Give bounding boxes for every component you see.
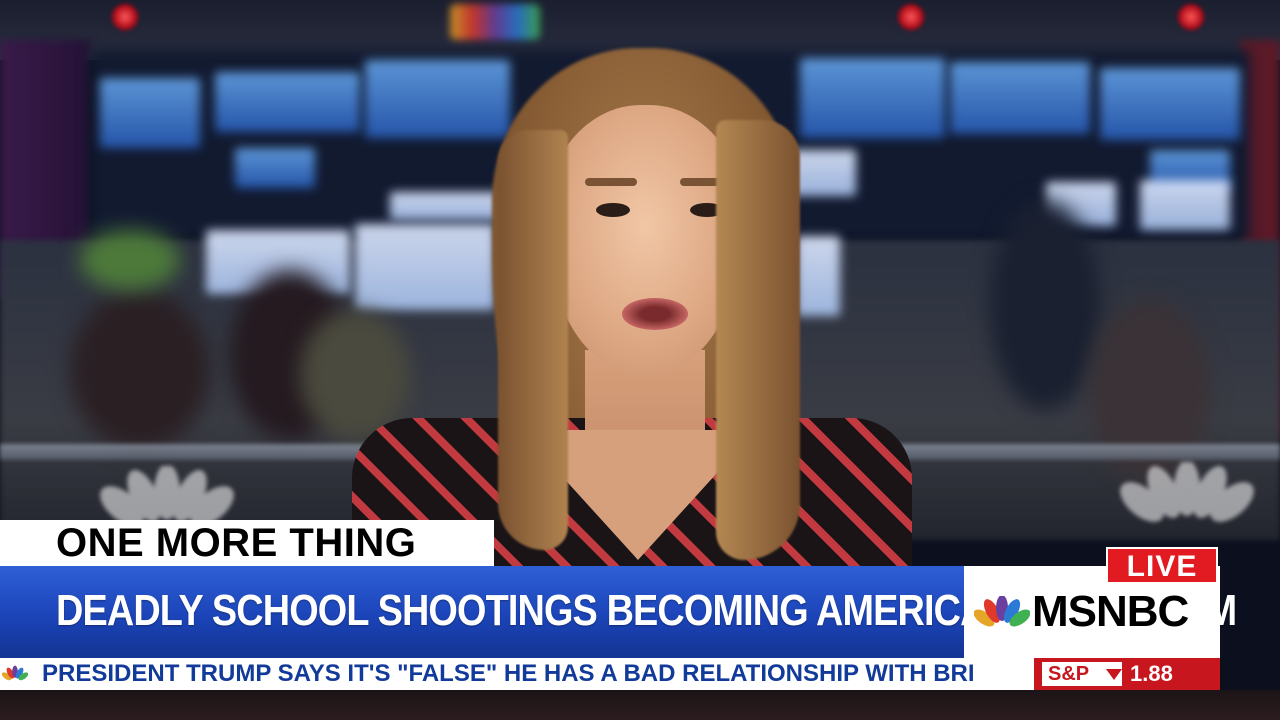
anchor-eye — [596, 203, 630, 217]
market-index-label: S&P — [1042, 662, 1122, 686]
nbc-peacock-icon — [2, 665, 28, 681]
studio-light — [112, 4, 138, 30]
anchor-brow — [585, 178, 637, 186]
anchor-hair — [498, 130, 568, 550]
segment-label-bar: ONE MORE THING — [0, 520, 494, 566]
studio-light — [1178, 4, 1204, 30]
ticker-text: PRESIDENT TRUMP SAYS IT'S "FALSE" HE HAS… — [42, 660, 975, 687]
live-badge-label: LIVE — [1126, 550, 1198, 583]
anchor-hair — [716, 120, 800, 560]
background-object — [80, 230, 180, 290]
wall-monitor — [235, 148, 315, 188]
wall-monitor — [950, 62, 1090, 134]
video-bottom-strip — [0, 690, 1280, 720]
market-ticker: S&P 1.88 — [1034, 658, 1220, 690]
nbc-peacock-icon — [974, 596, 1030, 627]
wall-monitor — [215, 72, 360, 132]
desk-monitor — [1140, 180, 1230, 230]
market-index-name: S&P — [1048, 663, 1090, 685]
network-name: MSNBC — [1032, 587, 1189, 636]
market-value: 1.88 — [1130, 661, 1173, 686]
headline-bar: DEADLY SCHOOL SHOOTINGS BECOMING AMERICA… — [0, 566, 1237, 658]
wall-monitor — [365, 60, 510, 138]
studio-logo-sign — [450, 4, 540, 40]
news-ticker: PRESIDENT TRUMP SAYS IT'S "FALSE" HE HAS… — [0, 658, 1034, 690]
background-person — [70, 290, 210, 450]
down-triangle-icon — [1106, 669, 1122, 680]
studio-light — [898, 4, 924, 30]
live-badge: LIVE — [1106, 547, 1218, 584]
background-person — [990, 200, 1100, 410]
desk-monitor — [390, 192, 500, 220]
wall-monitor — [1100, 68, 1240, 140]
desk-monitor — [355, 224, 495, 310]
desk-monitor — [796, 236, 840, 316]
wall-monitor — [100, 78, 200, 148]
segment-label: ONE MORE THING — [56, 521, 417, 565]
anchor-mouth — [622, 298, 688, 330]
nbc-peacock-watermark-icon — [1120, 462, 1254, 522]
wall-monitor — [800, 58, 945, 138]
